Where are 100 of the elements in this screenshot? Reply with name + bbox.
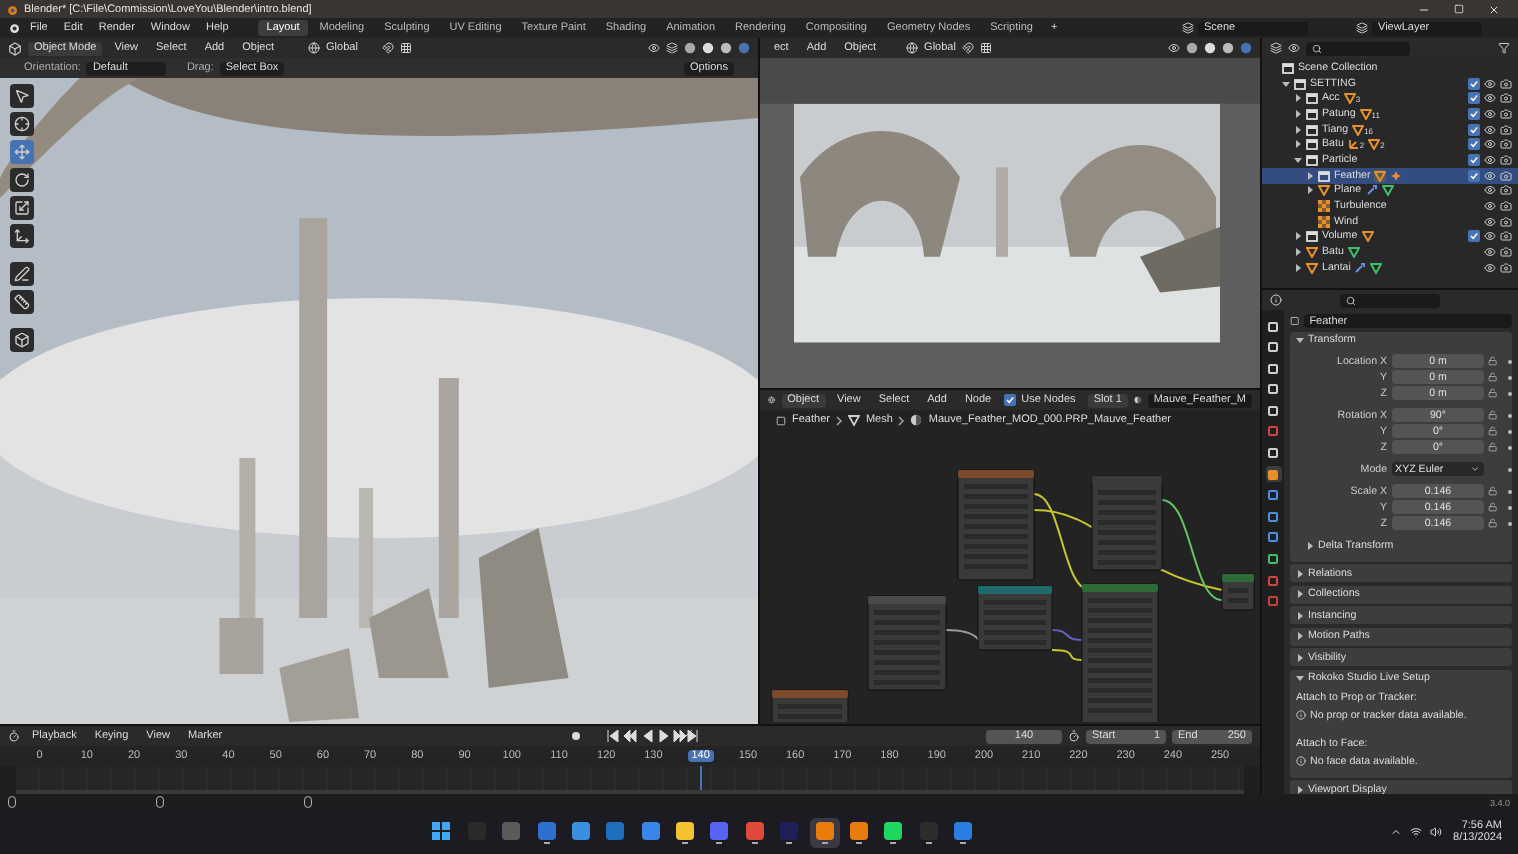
camera-icon[interactable]: [1500, 230, 1512, 243]
eye-icon[interactable]: [1484, 184, 1496, 197]
chevron-up-icon[interactable]: [1389, 826, 1402, 838]
tool-button[interactable]: [10, 262, 34, 286]
checkbox[interactable]: [1468, 107, 1480, 120]
eye-icon[interactable]: [1484, 261, 1496, 274]
properties-tab[interactable]: [1265, 487, 1281, 504]
node-card[interactable]: [1081, 583, 1159, 722]
unlock-icon[interactable]: [1488, 442, 1499, 452]
tool-button[interactable]: [10, 84, 34, 108]
disclosure-triangle-icon[interactable]: [1294, 155, 1302, 164]
taskbar-button[interactable]: [809, 817, 840, 847]
camera-icon[interactable]: [1500, 200, 1512, 213]
playback-controls-icon[interactable]: [606, 730, 699, 742]
camera-icon[interactable]: [1500, 215, 1512, 228]
node-card[interactable]: [867, 595, 947, 691]
eye-icon[interactable]: [1484, 169, 1496, 182]
unlock-icon[interactable]: [1488, 356, 1499, 366]
disclosure-triangle-icon[interactable]: [1306, 542, 1314, 550]
properties-tab[interactable]: [1265, 529, 1281, 546]
eye-icon[interactable]: [1484, 153, 1496, 166]
tool-button[interactable]: [10, 168, 34, 192]
disclosure-triangle-icon[interactable]: [1296, 674, 1304, 682]
properties-tab[interactable]: [1265, 466, 1281, 483]
camera-icon[interactable]: [1500, 92, 1512, 105]
node-card[interactable]: [1091, 475, 1163, 571]
wifi-icon[interactable]: [1409, 826, 1422, 838]
collection-box-icon: [1282, 61, 1294, 74]
camera-icon[interactable]: [1500, 261, 1512, 274]
minimize-icon[interactable]: [1418, 3, 1430, 15]
tool-button[interactable]: [10, 196, 34, 220]
checkbox[interactable]: [1468, 230, 1480, 243]
camera-icon[interactable]: [1500, 153, 1512, 166]
camera-icon[interactable]: [1500, 77, 1512, 90]
disclosure-triangle-icon[interactable]: [1296, 632, 1304, 640]
disclosure-triangle-icon[interactable]: [1294, 232, 1302, 241]
ruler-icon: [14, 294, 30, 310]
checkbox[interactable]: [1468, 77, 1480, 90]
camera-icon[interactable]: [1500, 107, 1512, 120]
checkbox[interactable]: [1468, 92, 1480, 105]
disclosure-triangle-icon[interactable]: [1282, 79, 1290, 88]
disclosure-triangle-icon[interactable]: [1294, 109, 1302, 118]
node-card[interactable]: [771, 689, 849, 722]
camera-icon[interactable]: [1500, 246, 1512, 259]
eye-icon[interactable]: [1484, 92, 1496, 105]
close-icon[interactable]: [1488, 3, 1500, 15]
unlock-icon[interactable]: [1488, 502, 1499, 512]
disclosure-triangle-icon[interactable]: [1296, 785, 1304, 793]
disclosure-triangle-icon[interactable]: [1294, 94, 1302, 103]
tool-button[interactable]: [10, 224, 34, 248]
unlock-icon[interactable]: [1488, 372, 1499, 382]
camera-icon[interactable]: [1500, 123, 1512, 136]
disclosure-triangle-icon[interactable]: [1296, 569, 1304, 577]
disclosure-triangle-icon[interactable]: [1296, 590, 1304, 598]
check-icon: [1005, 396, 1014, 404]
search-field[interactable]: [1306, 41, 1410, 55]
checkbox[interactable]: [1468, 169, 1480, 182]
unlock-icon[interactable]: [1488, 410, 1499, 420]
material-ball-icon: [910, 414, 923, 426]
eye-icon[interactable]: [1484, 123, 1496, 136]
checkbox[interactable]: [1003, 394, 1016, 406]
unlock-icon[interactable]: [1488, 486, 1499, 496]
checkbox[interactable]: [1468, 153, 1480, 166]
unlock-icon[interactable]: [1488, 518, 1499, 528]
disclosure-triangle-icon[interactable]: [1294, 263, 1302, 272]
unlock-icon[interactable]: [1488, 426, 1499, 436]
disclosure-triangle-icon[interactable]: [1294, 248, 1302, 257]
tool-button[interactable]: [10, 112, 34, 136]
checkbox[interactable]: [1468, 123, 1480, 136]
node-card[interactable]: [957, 469, 1035, 581]
properties-tab[interactable]: [1265, 551, 1281, 568]
camera-icon[interactable]: [1500, 138, 1512, 151]
camera-icon[interactable]: [1500, 184, 1512, 197]
unlock-icon[interactable]: [1488, 388, 1499, 398]
eye-icon[interactable]: [1484, 200, 1496, 213]
eye-icon[interactable]: [1484, 246, 1496, 259]
eye-icon[interactable]: [1484, 230, 1496, 243]
eye-icon[interactable]: [1484, 77, 1496, 90]
disclosure-triangle-icon[interactable]: [1296, 611, 1304, 619]
speaker-icon[interactable]: [1429, 826, 1442, 838]
eye-icon[interactable]: [1484, 107, 1496, 120]
checkbox[interactable]: [1468, 138, 1480, 151]
eye-icon[interactable]: [1484, 215, 1496, 228]
maximize-icon[interactable]: [1454, 3, 1464, 13]
node-card[interactable]: [1221, 573, 1255, 611]
disclosure-triangle-icon[interactable]: [1296, 653, 1304, 661]
tool-button[interactable]: [10, 290, 34, 314]
disclosure-triangle-icon[interactable]: [1296, 336, 1304, 344]
eye-icon[interactable]: [1484, 138, 1496, 151]
disclosure-triangle-icon[interactable]: [1306, 186, 1314, 195]
disclosure-triangle-icon[interactable]: [1294, 140, 1302, 149]
record-icon[interactable]: [570, 730, 583, 742]
square-icon: [1290, 316, 1300, 326]
disclosure-triangle-icon[interactable]: [1294, 125, 1302, 134]
disclosure-triangle-icon[interactable]: [1306, 171, 1314, 180]
properties-tab[interactable]: [1265, 508, 1281, 525]
node-card[interactable]: [977, 585, 1053, 651]
tool-button[interactable]: [10, 328, 34, 352]
search-field[interactable]: [1340, 293, 1440, 307]
camera-icon[interactable]: [1500, 169, 1512, 182]
